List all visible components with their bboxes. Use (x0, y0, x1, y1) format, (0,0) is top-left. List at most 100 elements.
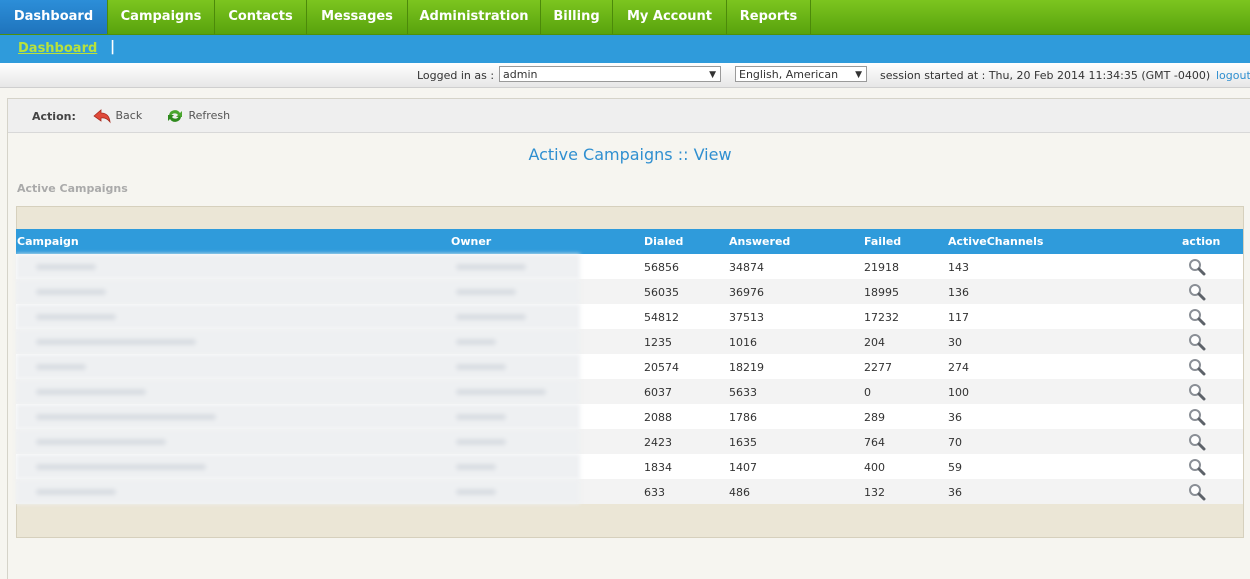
section-title: Active Campaigns (17, 182, 128, 195)
cell-active-channels: 117 (948, 311, 969, 324)
action-label: Action: (32, 110, 76, 123)
tab-administration[interactable]: Administration (408, 0, 541, 34)
cell-active-channels: 36 (948, 486, 962, 499)
view-magnifier-icon[interactable] (1188, 383, 1206, 401)
table-row: 2088 1786 289 36 (16, 404, 1243, 429)
cell-dialed: 6037 (644, 386, 672, 399)
subnav-separator: | (110, 39, 116, 55)
session-start-text: session started at : Thu, 20 Feb 2014 11… (880, 69, 1211, 82)
redacted-campaign-owner (16, 304, 580, 329)
table-row: 56856 34874 21918 143 (16, 254, 1243, 279)
cell-failed: 18995 (864, 286, 899, 299)
redacted-campaign-owner (16, 379, 580, 404)
redacted-campaign-owner (16, 404, 580, 429)
view-magnifier-icon[interactable] (1188, 308, 1206, 326)
column-header-failed[interactable]: Failed (864, 235, 901, 248)
table-row: 20574 18219 2277 274 (16, 354, 1243, 379)
cell-failed: 0 (864, 386, 871, 399)
column-header-campaign[interactable]: Campaign (17, 235, 79, 248)
refresh-button[interactable]: Refresh (165, 108, 230, 124)
table-row: 2423 1635 764 70 (16, 429, 1243, 454)
cell-active-channels: 143 (948, 261, 969, 274)
view-magnifier-icon[interactable] (1188, 333, 1206, 351)
cell-dialed: 54812 (644, 311, 679, 324)
dropdown-arrow-icon: ▼ (709, 70, 716, 80)
cell-answered: 1407 (729, 461, 757, 474)
cell-active-channels: 30 (948, 336, 962, 349)
cell-failed: 21918 (864, 261, 899, 274)
column-header-action: action (1182, 235, 1221, 248)
cell-failed: 2277 (864, 361, 892, 374)
cell-failed: 400 (864, 461, 885, 474)
cell-failed: 132 (864, 486, 885, 499)
tab-billing[interactable]: Billing (541, 0, 613, 34)
cell-answered: 1016 (729, 336, 757, 349)
back-label: Back (115, 109, 143, 122)
cell-answered: 486 (729, 486, 750, 499)
table-header: Campaign Owner Dialed Answered Failed Ac… (16, 229, 1243, 254)
redacted-campaign-owner (16, 429, 580, 454)
action-bar: Action: Back Refresh (8, 99, 1250, 133)
cell-dialed: 56856 (644, 261, 679, 274)
cell-answered: 34874 (729, 261, 764, 274)
cell-active-channels: 70 (948, 436, 962, 449)
table-row: 6037 5633 0 100 (16, 379, 1243, 404)
view-magnifier-icon[interactable] (1188, 408, 1206, 426)
refresh-icon (168, 110, 182, 122)
tab-contacts[interactable]: Contacts (215, 0, 307, 34)
user-select-value: admin (503, 68, 538, 81)
logged-in-label: Logged in as : (417, 69, 495, 82)
cell-answered: 18219 (729, 361, 764, 374)
table-row: 56035 36976 18995 136 (16, 279, 1243, 304)
view-magnifier-icon[interactable] (1188, 458, 1206, 476)
logout-link[interactable]: logout (1216, 69, 1250, 82)
back-button[interactable]: Back (92, 108, 142, 124)
cell-answered: 37513 (729, 311, 764, 324)
view-magnifier-icon[interactable] (1188, 433, 1206, 451)
redacted-campaign-owner (16, 354, 580, 379)
language-select-value: English, American (739, 68, 839, 81)
cell-dialed: 2088 (644, 411, 672, 424)
column-header-answered[interactable]: Answered (729, 235, 790, 248)
cell-active-channels: 36 (948, 411, 962, 424)
cell-dialed: 1235 (644, 336, 672, 349)
cell-active-channels: 136 (948, 286, 969, 299)
cell-failed: 764 (864, 436, 885, 449)
table-row: 1834 1407 400 59 (16, 454, 1243, 479)
tab-my-account[interactable]: My Account (613, 0, 727, 34)
column-header-dialed[interactable]: Dialed (644, 235, 683, 248)
table-row: 1235 1016 204 30 (16, 329, 1243, 354)
cell-dialed: 2423 (644, 436, 672, 449)
tab-messages[interactable]: Messages (307, 0, 408, 34)
dropdown-arrow-icon: ▼ (855, 70, 862, 80)
cell-dialed: 56035 (644, 286, 679, 299)
top-navigation: Dashboard Campaigns Contacts Messages Ad… (0, 0, 1250, 35)
tab-campaigns[interactable]: Campaigns (108, 0, 215, 34)
view-magnifier-icon[interactable] (1188, 258, 1206, 276)
language-select[interactable]: English, American ▼ (735, 66, 867, 82)
cell-answered: 36976 (729, 286, 764, 299)
sub-navigation: Dashboard | (0, 35, 1250, 63)
view-magnifier-icon[interactable] (1188, 358, 1206, 376)
back-arrow-icon (93, 109, 111, 124)
column-header-owner[interactable]: Owner (451, 235, 491, 248)
page-title: Active Campaigns :: View (528, 145, 732, 164)
tab-reports[interactable]: Reports (727, 0, 811, 34)
cell-active-channels: 100 (948, 386, 969, 399)
subnav-item-dashboard[interactable]: Dashboard (18, 41, 97, 56)
refresh-label: Refresh (188, 109, 231, 122)
column-header-active-channels[interactable]: ActiveChannels (948, 235, 1043, 248)
cell-answered: 5633 (729, 386, 757, 399)
table-row: 54812 37513 17232 117 (16, 304, 1243, 329)
redacted-campaign-owner (16, 479, 580, 504)
view-magnifier-icon[interactable] (1188, 283, 1206, 301)
user-select[interactable]: admin ▼ (499, 66, 721, 82)
cell-failed: 289 (864, 411, 885, 424)
table-row: 633 486 132 36 (16, 479, 1243, 504)
tab-dashboard[interactable]: Dashboard (0, 0, 108, 34)
redacted-campaign-owner (16, 454, 580, 479)
cell-active-channels: 274 (948, 361, 969, 374)
view-magnifier-icon[interactable] (1188, 483, 1206, 501)
cell-answered: 1635 (729, 436, 757, 449)
cell-dialed: 633 (644, 486, 665, 499)
